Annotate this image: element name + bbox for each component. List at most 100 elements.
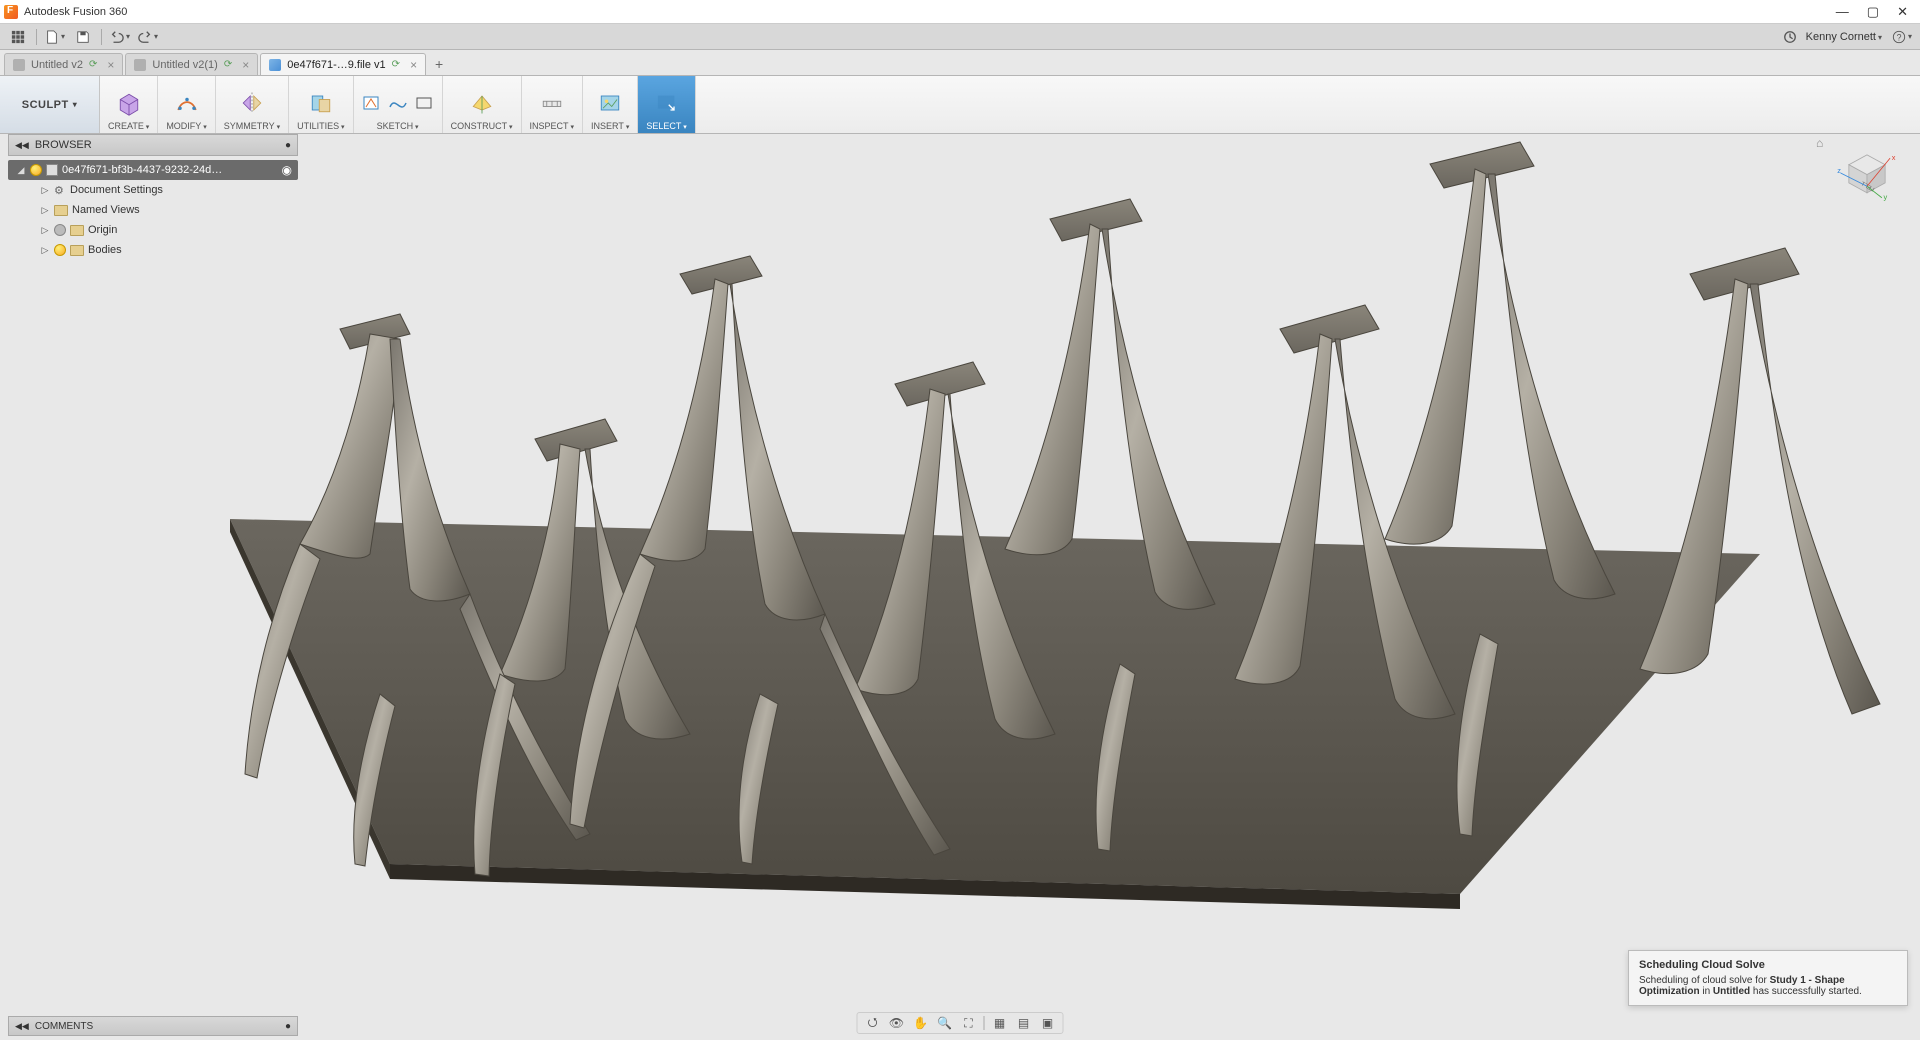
gear-icon: ⚙ [54,184,66,196]
new-tab-button[interactable]: + [428,53,450,75]
folder-icon [70,245,84,256]
home-view-icon[interactable]: ⌂ [1816,136,1823,150]
edit-form-icon [173,89,201,117]
user-menu[interactable]: Kenny Cornett [1806,31,1882,43]
select-icon [653,89,681,117]
refresh-icon[interactable]: ⟳ [89,59,97,70]
notification-toast[interactable]: Scheduling Cloud Solve Scheduling of clo… [1628,950,1908,1006]
tool-create[interactable]: CREATE [100,76,158,133]
visibility-icon[interactable] [30,164,42,176]
zoom-button[interactable]: 🔍 [934,1014,956,1032]
axis-x: x [1892,153,1896,162]
tree-root[interactable]: ◢ 0e47f671-bf3b-4437-9232-24d… ◉ [8,160,298,180]
tool-utilities[interactable]: UTILITIES [289,76,353,133]
notification-body: Scheduling of cloud solve for Study 1 - … [1639,975,1897,997]
notification-title: Scheduling Cloud Solve [1639,959,1897,971]
window-controls: — ▢ ✕ [1836,4,1916,20]
axis-y: y [1884,192,1888,201]
close-icon[interactable]: × [410,58,417,72]
tool-label: INSERT [591,121,629,131]
tree-item-settings[interactable]: ▷ ⚙ Document Settings [8,180,298,200]
folder-icon [70,225,84,236]
collapse-icon[interactable]: ◀◀ [15,140,29,151]
viewport[interactable] [0,134,1920,1012]
folder-icon [54,205,68,216]
view-cube[interactable]: ⌂ LEFT x z y [1834,140,1900,206]
look-button[interactable]: 👁 [886,1014,908,1032]
expand-icon[interactable]: ▷ [40,205,50,216]
display-button[interactable]: ▦ [989,1014,1011,1032]
tool-label: SYMMETRY [224,121,280,131]
expand-icon[interactable]: ▷ [40,245,50,256]
measure-icon [538,89,566,117]
job-status-icon[interactable] [1778,27,1802,47]
doc-icon [269,59,281,71]
box-icon [115,89,143,117]
expand-icon[interactable]: ◢ [16,165,26,176]
doc-tab-2[interactable]: 0e47f671-…9.file v1 ⟳ × [260,53,426,75]
close-icon[interactable]: × [107,58,114,72]
file-menu-button[interactable] [43,27,67,47]
orbit-button[interactable]: ⭯ [862,1014,884,1032]
tool-select[interactable]: SELECT [638,76,695,133]
refresh-icon[interactable]: ⟳ [392,59,400,70]
item-label: Bodies [88,244,122,256]
tool-inspect[interactable]: INSPECT [522,76,583,133]
visibility-icon[interactable] [54,244,66,256]
undo-button[interactable] [108,27,132,47]
doc-tab-label: Untitled v2 [31,59,83,71]
doc-tab-label: 0e47f671-…9.file v1 [287,59,385,71]
tree-item-views[interactable]: ▷ Named Views [8,200,298,220]
tree-item-origin[interactable]: ▷ Origin [8,220,298,240]
viewports-button[interactable]: ▣ [1037,1014,1059,1032]
pin-icon[interactable]: ● [285,1021,291,1032]
doc-tab-label: Untitled v2(1) [152,59,217,71]
nav-bar: ⭯ 👁 ✋ 🔍 ⛶ ▦ ▤ ▣ [857,1012,1064,1034]
item-label: Origin [88,224,117,236]
data-panel-button[interactable] [6,27,30,47]
mirror-icon [238,89,266,117]
activate-icon[interactable]: ◉ [282,163,292,177]
expand-icon[interactable]: ▷ [40,225,50,236]
browser-header[interactable]: ◀◀ BROWSER ● [8,134,298,156]
minimize-button[interactable]: — [1836,4,1849,20]
tool-construct[interactable]: CONSTRUCT [443,76,522,133]
expand-icon[interactable]: ▷ [40,185,50,196]
visibility-icon[interactable] [54,224,66,236]
tool-insert[interactable]: INSERT [583,76,638,133]
component-icon [46,164,58,176]
app-logo-icon [4,5,18,19]
refresh-icon[interactable]: ⟳ [224,59,232,70]
tool-label: SKETCH [377,121,419,131]
workspace-switcher[interactable]: SCULPT [0,76,100,133]
tool-sketch[interactable]: SKETCH [354,76,443,133]
tool-modify[interactable]: MODIFY [158,76,215,133]
plane-icon [468,89,496,117]
redo-button[interactable] [136,27,160,47]
item-label: Document Settings [70,184,163,196]
close-icon[interactable]: × [242,58,249,72]
tree-item-bodies[interactable]: ▷ Bodies [8,240,298,260]
decal-icon [596,89,624,117]
fit-button[interactable]: ⛶ [958,1014,980,1032]
close-button[interactable]: ✕ [1897,4,1908,20]
pin-icon[interactable]: ● [285,140,291,151]
tool-symmetry[interactable]: SYMMETRY [216,76,289,133]
save-button[interactable] [71,27,95,47]
pan-button[interactable]: ✋ [910,1014,932,1032]
help-menu[interactable]: ? [1890,27,1914,47]
tool-label: INSPECT [530,121,574,131]
root-label: 0e47f671-bf3b-4437-9232-24d… [62,164,222,176]
comments-panel[interactable]: ◀◀ COMMENTS ● [8,1016,298,1036]
doc-tab-0[interactable]: Untitled v2 ⟳ × [4,53,123,75]
model-canvas [0,134,1920,1040]
item-label: Named Views [72,204,140,216]
axis-z: z [1837,166,1841,175]
grid-button[interactable]: ▤ [1013,1014,1035,1032]
comments-title: COMMENTS [35,1021,93,1032]
doc-tab-1[interactable]: Untitled v2(1) ⟳ × [125,53,258,75]
tool-label: MODIFY [166,121,206,131]
maximize-button[interactable]: ▢ [1867,4,1879,20]
toolbar-ribbon: SCULPT CREATE MODIFY SYMMETRY UTILITIES … [0,76,1920,134]
collapse-icon[interactable]: ◀◀ [15,1021,29,1032]
